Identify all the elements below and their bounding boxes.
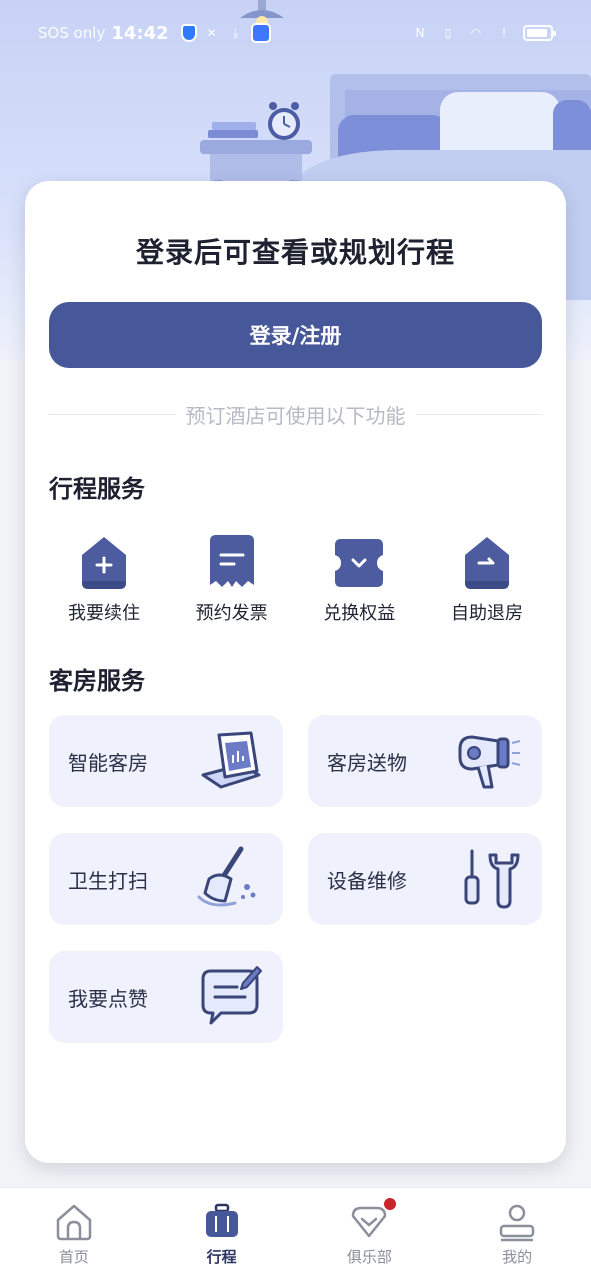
room-delivery-tile[interactable]: 客房送物 bbox=[308, 715, 542, 807]
broom-icon bbox=[197, 846, 256, 907]
room-tile-label: 智能客房 bbox=[68, 750, 148, 775]
invoice-button[interactable]: 预约发票 bbox=[177, 533, 287, 633]
status-bar: SOS only 14:42 ✕ ⤓ N ▯ ◠ ! bbox=[0, 0, 591, 66]
home-icon bbox=[56, 1204, 92, 1240]
ticket-icon bbox=[335, 539, 384, 587]
app-notification-icon bbox=[250, 23, 271, 43]
suitcase-icon bbox=[205, 1203, 238, 1237]
alert-icon: ! bbox=[501, 26, 507, 40]
wrench-icon bbox=[464, 849, 520, 909]
nav-label: 行程 bbox=[206, 1247, 237, 1266]
receipt-icon bbox=[209, 535, 254, 587]
feature-divider: 预订酒店可使用以下功能 bbox=[49, 399, 542, 429]
download-icon: ⤓ bbox=[233, 25, 239, 40]
wifi-icon: ◠ bbox=[470, 26, 482, 40]
divider-line-right bbox=[415, 413, 542, 415]
checkout-house-icon bbox=[464, 537, 509, 589]
divider-text: 预订酒店可使用以下功能 bbox=[185, 403, 406, 428]
nav-club[interactable]: 俱乐部 bbox=[309, 1197, 429, 1267]
profile-icon bbox=[499, 1204, 535, 1241]
trip-item-label: 预约发票 bbox=[195, 603, 268, 624]
tablet-icon bbox=[201, 731, 261, 789]
shield-icon bbox=[180, 24, 197, 42]
trip-card: 登录后可查看或规划行程 登录/注册 预订酒店可使用以下功能 行程服务 我要续住 … bbox=[25, 181, 566, 1163]
room-tile-label: 客房送物 bbox=[327, 750, 407, 775]
divider-line-left bbox=[49, 413, 176, 415]
trip-services-title: 行程服务 bbox=[49, 475, 145, 503]
cleaning-tile[interactable]: 卫生打扫 bbox=[49, 833, 283, 925]
redeem-benefits-button[interactable]: 兑换权益 bbox=[304, 533, 414, 633]
praise-tile[interactable]: 我要点赞 bbox=[49, 951, 283, 1043]
trip-item-label: 自助退房 bbox=[450, 603, 523, 624]
login-register-button[interactable]: 登录/注册 bbox=[49, 302, 542, 368]
nav-label: 俱乐部 bbox=[346, 1247, 392, 1266]
plus-house-icon bbox=[82, 537, 126, 589]
vibrate-icon: ▯ bbox=[444, 26, 452, 40]
nav-label: 首页 bbox=[58, 1247, 89, 1266]
nav-trips[interactable]: 行程 bbox=[162, 1202, 282, 1267]
chat-bubble-icon bbox=[201, 966, 262, 1025]
repair-tile[interactable]: 设备维修 bbox=[308, 833, 542, 925]
nav-home[interactable]: 首页 bbox=[14, 1202, 134, 1267]
room-tile-label: 设备维修 bbox=[327, 868, 407, 893]
bottom-nav: 首页 行程 俱乐部 我的 bbox=[0, 1187, 591, 1280]
nav-label: 我的 bbox=[502, 1247, 533, 1266]
room-services-title: 客房服务 bbox=[49, 667, 145, 695]
trip-item-label: 我要续住 bbox=[68, 603, 140, 624]
card-title: 登录后可查看或规划行程 bbox=[135, 236, 455, 269]
vpn-icon: ✕ bbox=[206, 26, 217, 40]
nav-profile[interactable]: 我的 bbox=[457, 1202, 577, 1267]
battery-icon bbox=[523, 25, 556, 41]
club-icon bbox=[352, 1206, 387, 1237]
trip-services-row: 我要续住 预约发票 兑换权益 自助退房 bbox=[49, 533, 542, 633]
room-tile-label: 卫生打扫 bbox=[68, 868, 148, 893]
self-checkout-button[interactable]: 自助退房 bbox=[432, 533, 542, 633]
carrier-text: SOS only bbox=[38, 24, 106, 42]
clock-text: 14:42 bbox=[111, 22, 169, 44]
trip-item-label: 兑换权益 bbox=[323, 603, 396, 624]
extend-stay-button[interactable]: 我要续住 bbox=[49, 533, 159, 633]
hair-dryer-icon bbox=[458, 735, 521, 789]
smart-room-tile[interactable]: 智能客房 bbox=[49, 715, 283, 807]
notification-badge bbox=[384, 1197, 397, 1210]
nfc-icon: N bbox=[415, 26, 425, 40]
room-tile-label: 我要点赞 bbox=[68, 986, 148, 1011]
